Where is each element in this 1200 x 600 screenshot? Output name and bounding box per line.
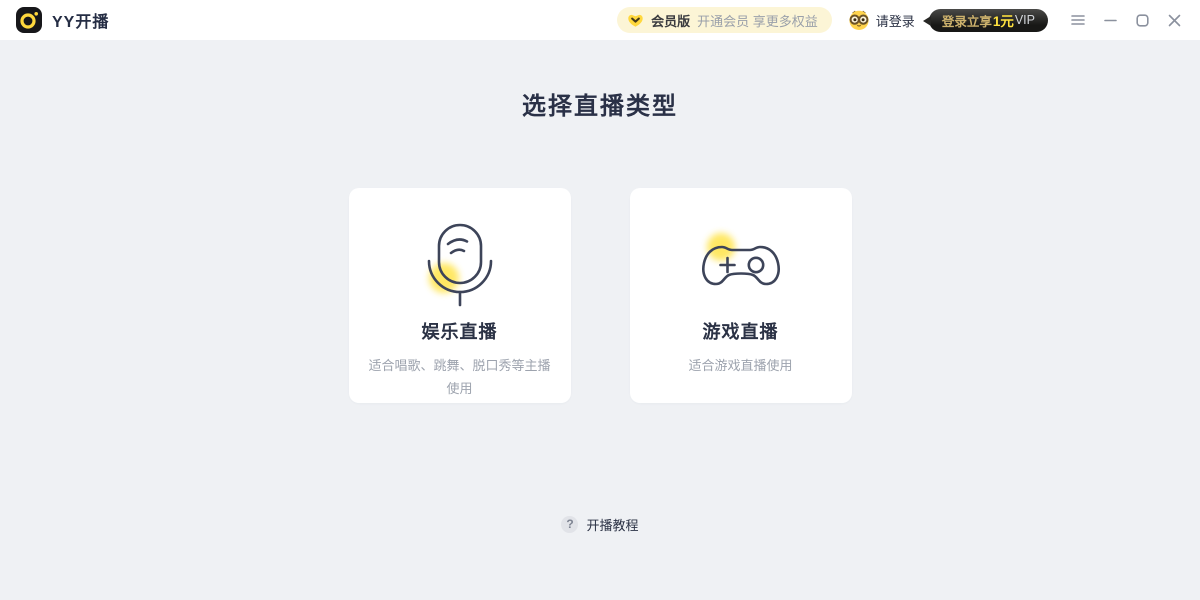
microphone-icon: [415, 220, 505, 312]
tutorial-label: 开播教程: [586, 515, 638, 534]
game-card-description: 适合游戏直播使用: [648, 354, 834, 377]
minimize-icon: [1104, 14, 1117, 26]
menu-button[interactable]: [1062, 5, 1094, 35]
app-title: YY开播: [52, 8, 109, 32]
tutorial-link[interactable]: ? 开播教程: [561, 515, 638, 534]
entertainment-icon-wrap: [349, 218, 571, 314]
vip-button-price: 1元: [993, 10, 1014, 30]
game-card-title: 游戏直播: [630, 318, 852, 344]
titlebar-right: 会员版 开通会员 享更多权益 请登录 登录立享 1元: [617, 5, 1190, 35]
close-icon: [1168, 14, 1181, 27]
login-label: 请登录: [876, 11, 915, 30]
login-area[interactable]: 请登录: [848, 9, 915, 31]
membership-promo-text: 开通会员 享更多权益: [697, 11, 818, 30]
app-window: YY开播 会员版 开通会员 享更多权益: [0, 0, 1200, 600]
titlebar: YY开播 会员版 开通会员 享更多权益: [0, 0, 1200, 40]
membership-badge-label: 会员版: [651, 11, 690, 30]
vip-button-suffix: VIP: [1015, 13, 1035, 27]
question-mark-icon: ?: [561, 516, 578, 533]
maximize-icon: [1136, 14, 1149, 27]
main-content: 选择直播类型: [0, 40, 1200, 600]
menu-icon: [1071, 14, 1085, 26]
vip-badge-icon: [627, 13, 644, 28]
live-type-cards: 娱乐直播 适合唱歌、跳舞、脱口秀等主播使用 游戏直播 适合游戏直播使用: [0, 188, 1200, 403]
window-controls: [1062, 5, 1190, 35]
maximize-button[interactable]: [1126, 5, 1158, 35]
page-title: 选择直播类型: [0, 40, 1200, 122]
minimize-button[interactable]: [1094, 5, 1126, 35]
card-game-live[interactable]: 游戏直播 适合游戏直播使用: [630, 188, 852, 403]
entertainment-card-description: 适合唱歌、跳舞、脱口秀等主播使用: [367, 354, 553, 400]
membership-promo-pill[interactable]: 会员版 开通会员 享更多权益: [617, 7, 832, 33]
vip-button-prefix: 登录立享: [942, 11, 992, 30]
yy-camera-logo-icon: [16, 7, 42, 33]
card-entertainment-live[interactable]: 娱乐直播 适合唱歌、跳舞、脱口秀等主播使用: [349, 188, 571, 403]
gamepad-icon: [696, 220, 786, 312]
close-button[interactable]: [1158, 5, 1190, 35]
vip-login-button[interactable]: 登录立享 1元 VIP: [929, 9, 1048, 32]
entertainment-card-title: 娱乐直播: [349, 318, 571, 344]
game-icon-wrap: [630, 218, 852, 314]
app-logo: [16, 7, 42, 33]
owl-avatar-icon: [848, 9, 870, 31]
